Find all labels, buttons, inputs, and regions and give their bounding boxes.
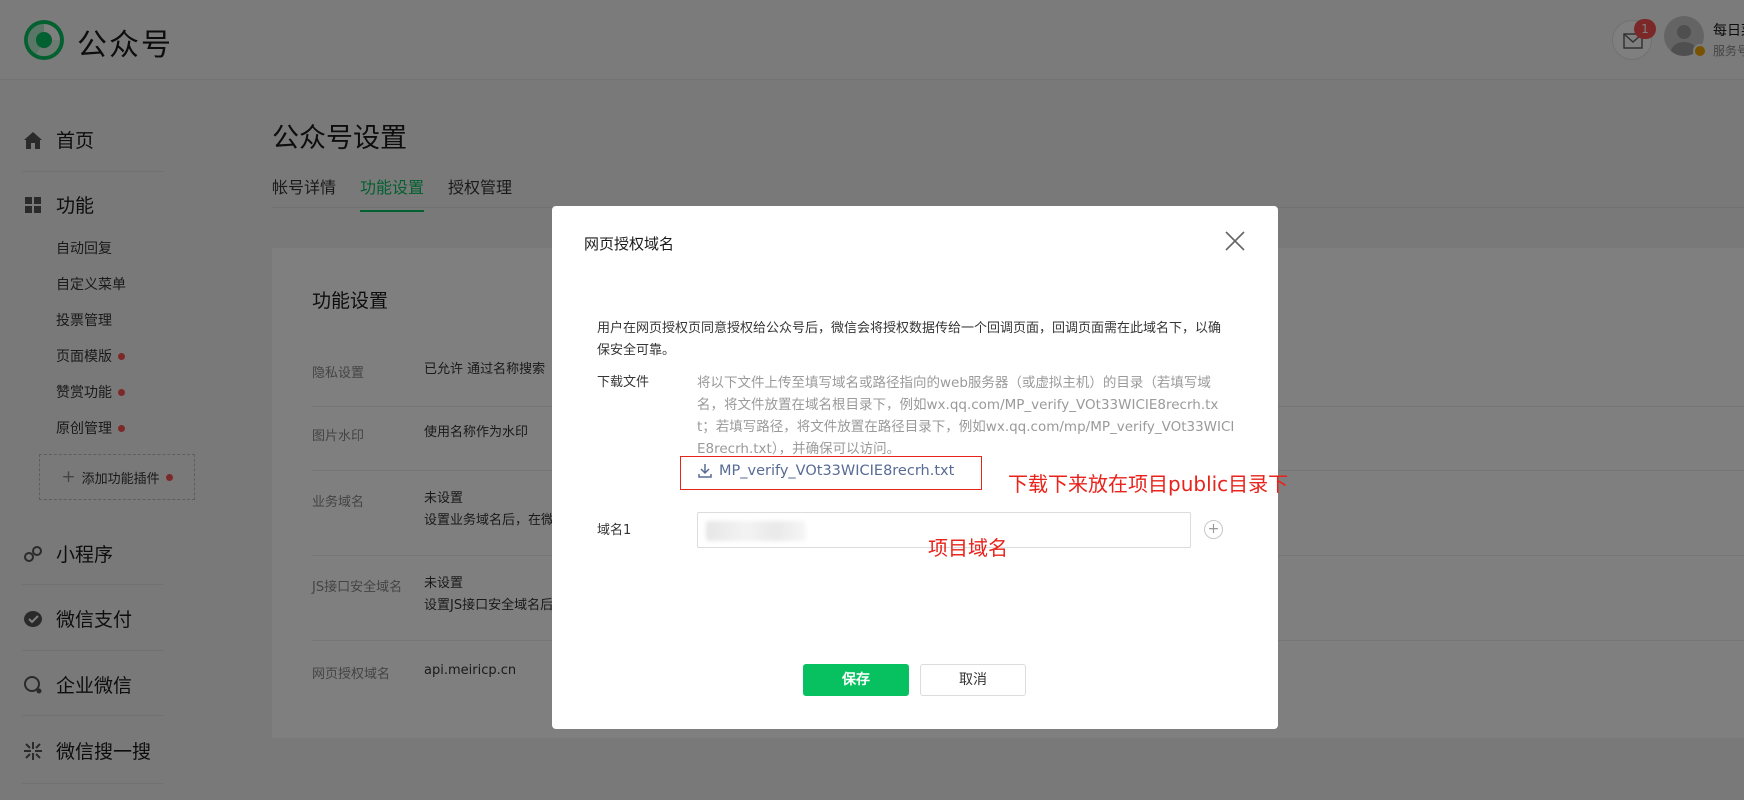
save-button[interactable]: 保存 — [803, 664, 909, 696]
cancel-button[interactable]: 取消 — [920, 664, 1026, 696]
annotation-domain-note: 项目域名 — [928, 536, 1008, 560]
redacted-domain-value — [706, 521, 806, 541]
download-file-link[interactable]: MP_verify_VOt33WICIE8recrh.txt — [697, 463, 954, 479]
annotation-download-note: 下载下来放在项目public目录下 — [1008, 472, 1289, 496]
download-file-name: MP_verify_VOt33WICIE8recrh.txt — [719, 463, 955, 479]
oauth-domain-dialog: 网页授权域名 用户在网页授权页同意授权给公众号后，微信会将授权数据传给一个回调页… — [552, 206, 1288, 729]
domain-label: 域名1 — [597, 523, 632, 538]
download-icon — [698, 464, 712, 478]
close-icon[interactable] — [1224, 230, 1246, 252]
add-domain-plus-icon[interactable]: + — [1204, 520, 1223, 539]
download-label: 下载文件 — [597, 375, 650, 390]
download-note: 将以下文件上传至填写域名或路径指向的web服务器（或虚拟主机）的目录（若填写域名… — [697, 375, 1235, 457]
dialog-title: 网页授权域名 — [584, 235, 675, 253]
dialog-description: 用户在网页授权页同意授权给公众号后，微信会将授权数据传给一个回调页面，回调页面需… — [597, 321, 1222, 358]
